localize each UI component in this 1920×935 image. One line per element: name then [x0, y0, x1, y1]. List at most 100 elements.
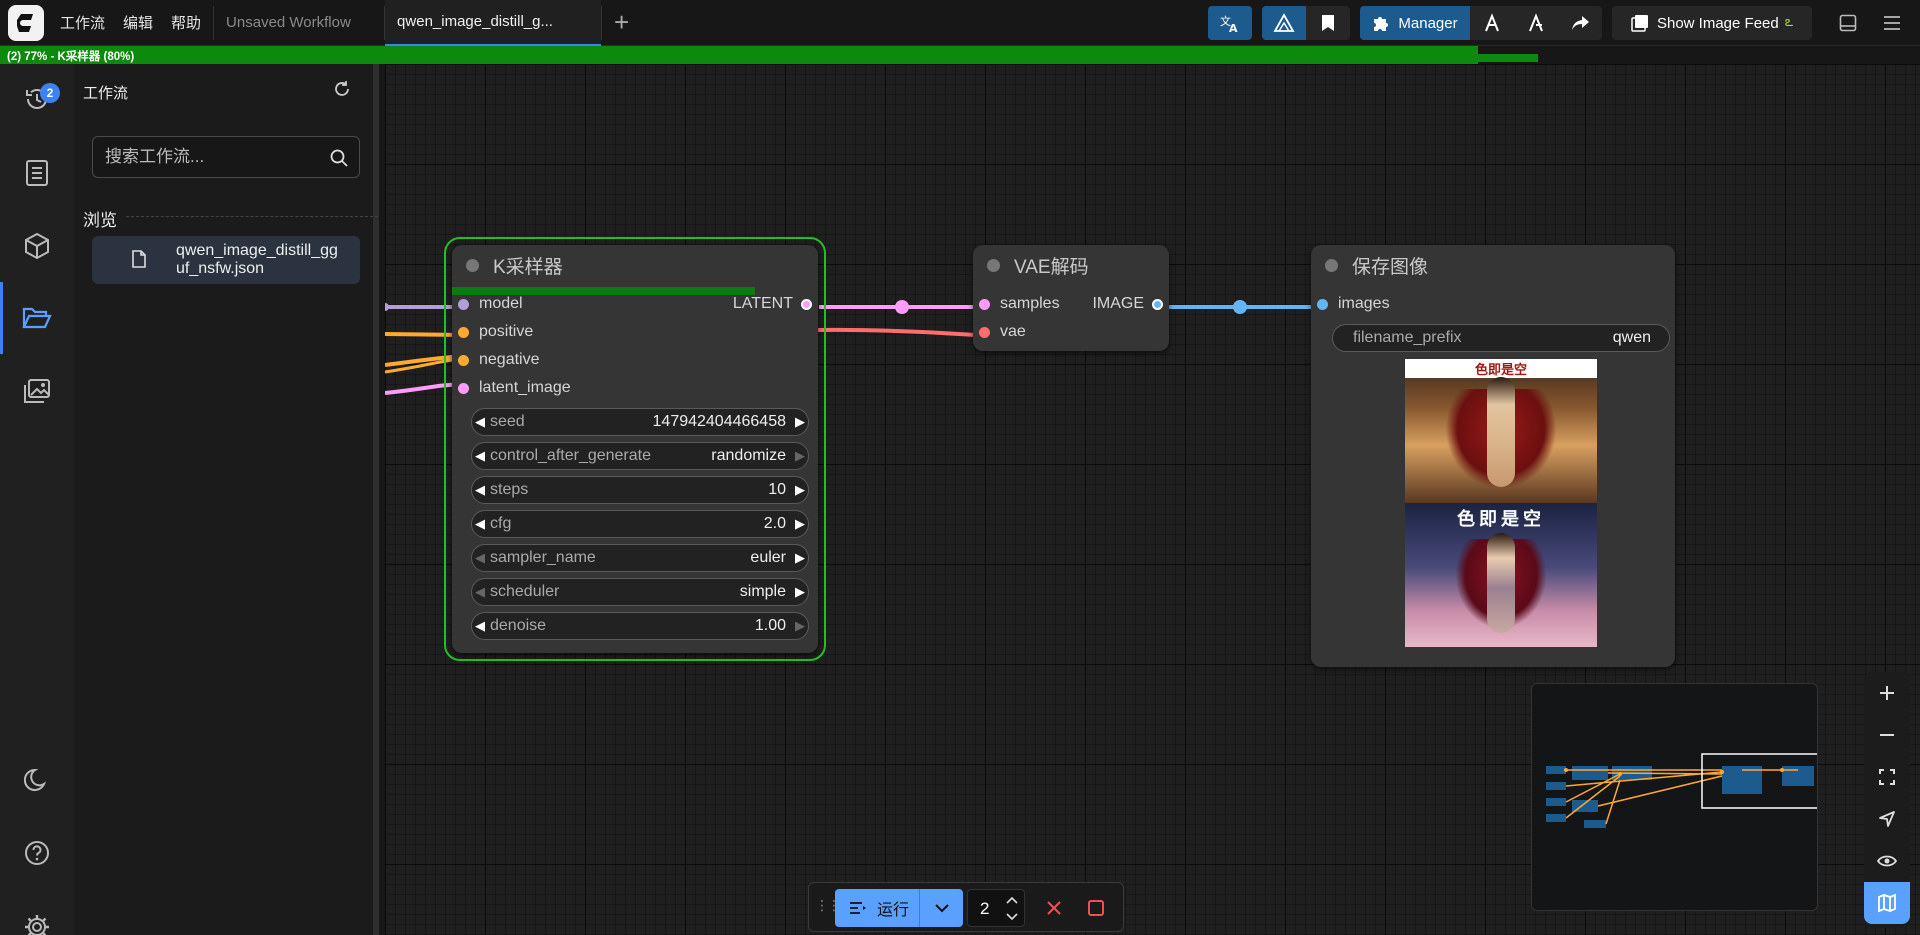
increment-icon[interactable]: ▶ — [792, 584, 808, 600]
bookmark-button[interactable] — [1306, 6, 1350, 40]
widget-cfg[interactable]: ◀ cfg 2.0 ▶ — [471, 510, 809, 538]
menu-workflow[interactable]: 工作流 — [58, 12, 107, 33]
input-model[interactable]: model — [458, 295, 523, 313]
input-vae[interactable]: vae — [979, 323, 1026, 341]
menu-help[interactable]: 帮助 — [169, 12, 203, 33]
widget-control-after-generate[interactable]: ◀ control_after_generate randomize ▶ — [471, 442, 809, 470]
select-mode-button[interactable] — [1864, 798, 1910, 840]
widget-sampler-name[interactable]: ◀ sampler_name euler ▶ — [471, 544, 809, 572]
node-title-bar[interactable]: 保存图像 — [1311, 245, 1675, 285]
widget-filename-prefix[interactable]: filename_prefix qwen — [1332, 324, 1670, 352]
toggle-bottom-panel-button[interactable] — [1826, 6, 1870, 40]
clear-queue-button[interactable] — [1077, 889, 1115, 927]
toggle-minimap-button[interactable] — [1864, 882, 1910, 924]
widget-steps[interactable]: ◀ steps 10 ▶ — [471, 476, 809, 504]
collapse-dot[interactable] — [1325, 258, 1338, 272]
decrement-icon[interactable]: ◀ — [472, 448, 488, 464]
decrement-icon[interactable]: ◀ — [472, 414, 488, 430]
model-library-sidebar-button[interactable] — [0, 216, 74, 276]
port-dot — [801, 298, 812, 310]
workflow-file-item[interactable]: qwen_image_distill_gguf_nsfw.json — [92, 236, 360, 284]
moon-icon — [24, 768, 47, 791]
output-latent[interactable]: LATENT — [733, 295, 812, 313]
batch-count-stepper[interactable]: 2 — [967, 889, 1025, 927]
node-library-button[interactable] — [0, 143, 74, 203]
model-library-button[interactable] — [1262, 6, 1306, 40]
node-tool-button-2[interactable] — [1514, 6, 1558, 40]
increment-icon[interactable]: ▶ — [792, 618, 808, 634]
chevron-down-icon[interactable] — [1006, 913, 1018, 921]
run-button[interactable]: 运行 — [835, 889, 919, 927]
input-positive[interactable]: positive — [458, 323, 533, 341]
port-label: vae — [1000, 323, 1026, 340]
chevron-down-icon — [934, 904, 949, 913]
settings-button[interactable] — [0, 897, 74, 935]
share-button[interactable] — [1558, 6, 1602, 40]
widget-denoise[interactable]: ◀ denoise 1.00 ▶ — [471, 612, 809, 640]
progress-secondary-fill — [1478, 54, 1538, 62]
fit-view-button[interactable] — [1864, 756, 1910, 798]
add-tab-button[interactable]: + — [614, 7, 629, 38]
tab-separator — [601, 5, 603, 40]
canvas-minimap[interactable] — [1531, 683, 1818, 911]
increment-icon[interactable]: ▶ — [792, 414, 808, 430]
input-latent-image[interactable]: latent_image — [458, 379, 571, 397]
translate-button[interactable]: 文A — [1208, 6, 1252, 40]
output-image-preview-1[interactable]: 色即是空 — [1405, 359, 1597, 503]
image-feed-label: Show Image Feed — [1656, 14, 1779, 32]
input-samples[interactable]: samples — [979, 295, 1060, 313]
widget-seed[interactable]: ◀ seed 147942404466458 ▶ — [471, 408, 809, 436]
main-menu-button[interactable] — [1870, 6, 1914, 40]
decrement-icon[interactable]: ◀ — [472, 618, 488, 634]
workflows-sidebar-button[interactable] — [0, 282, 74, 354]
show-image-feed-button[interactable]: Show Image Feed ఽ — [1612, 6, 1812, 40]
node-title-bar[interactable]: VAE解码 — [973, 245, 1169, 285]
increment-icon[interactable]: ▶ — [792, 482, 808, 498]
decrement-icon[interactable]: ◀ — [472, 516, 488, 532]
top-bar: 工作流 编辑 帮助 Unsaved Workflow qwen_image_di… — [0, 0, 1920, 46]
refresh-button[interactable] — [333, 80, 351, 103]
port-dot — [458, 326, 469, 338]
minus-icon — [1880, 734, 1894, 736]
increment-icon[interactable]: ▶ — [792, 516, 808, 532]
widget-value: 2.0 — [763, 515, 786, 532]
input-images[interactable]: images — [1317, 295, 1390, 313]
run-mode-dropdown[interactable] — [919, 889, 963, 927]
folder-open-icon — [22, 307, 52, 329]
toggle-link-visibility-button[interactable] — [1864, 840, 1910, 882]
workflow-search-input[interactable] — [105, 137, 315, 177]
zoom-in-button[interactable] — [1864, 672, 1910, 714]
output-image-preview-2[interactable]: 色即是空 — [1405, 503, 1597, 647]
theme-toggle-button[interactable] — [0, 750, 74, 810]
queue-history-button[interactable]: 2 — [0, 69, 74, 129]
vae-decode-node[interactable]: VAE解码 samples vae IMAGE — [973, 245, 1169, 351]
tab-unsaved-workflow[interactable]: Unsaved Workflow — [214, 0, 384, 46]
help-button[interactable] — [0, 823, 74, 883]
decrement-icon[interactable]: ◀ — [472, 550, 488, 566]
increment-icon[interactable]: ▶ — [792, 448, 808, 464]
output-image[interactable]: IMAGE — [1092, 295, 1163, 313]
save-image-node[interactable]: 保存图像 images filename_prefix qwen 色即是空 色即是… — [1311, 245, 1675, 667]
templates-sidebar-button[interactable] — [0, 361, 74, 421]
search-icon[interactable] — [329, 148, 349, 168]
chevron-up-icon[interactable] — [1006, 896, 1018, 904]
manager-button[interactable]: Manager — [1360, 6, 1470, 40]
collapse-dot[interactable] — [466, 258, 479, 272]
ksampler-node[interactable]: K采样器 model positive negative latent_imag… — [452, 245, 818, 653]
cancel-current-button[interactable] — [1035, 889, 1073, 927]
decrement-icon[interactable]: ◀ — [472, 584, 488, 600]
browse-section-title: 浏览 — [83, 211, 117, 230]
node-title-bar[interactable]: K采样器 — [452, 245, 818, 285]
comfy-logo-icon[interactable] — [8, 4, 44, 41]
node-tool-button-1[interactable] — [1470, 6, 1514, 40]
input-negative[interactable]: negative — [458, 351, 540, 369]
collapse-dot[interactable] — [987, 258, 1000, 272]
panel-title: 工作流 — [83, 85, 129, 102]
zoom-out-button[interactable] — [1864, 714, 1910, 756]
decrement-icon[interactable]: ◀ — [472, 482, 488, 498]
tab-qwen-workflow[interactable]: qwen_image_distill_g... — [385, 0, 602, 46]
book-icon — [26, 160, 48, 186]
widget-scheduler[interactable]: ◀ scheduler simple ▶ — [471, 578, 809, 606]
increment-icon[interactable]: ▶ — [792, 550, 808, 566]
menu-edit[interactable]: 编辑 — [121, 12, 155, 33]
